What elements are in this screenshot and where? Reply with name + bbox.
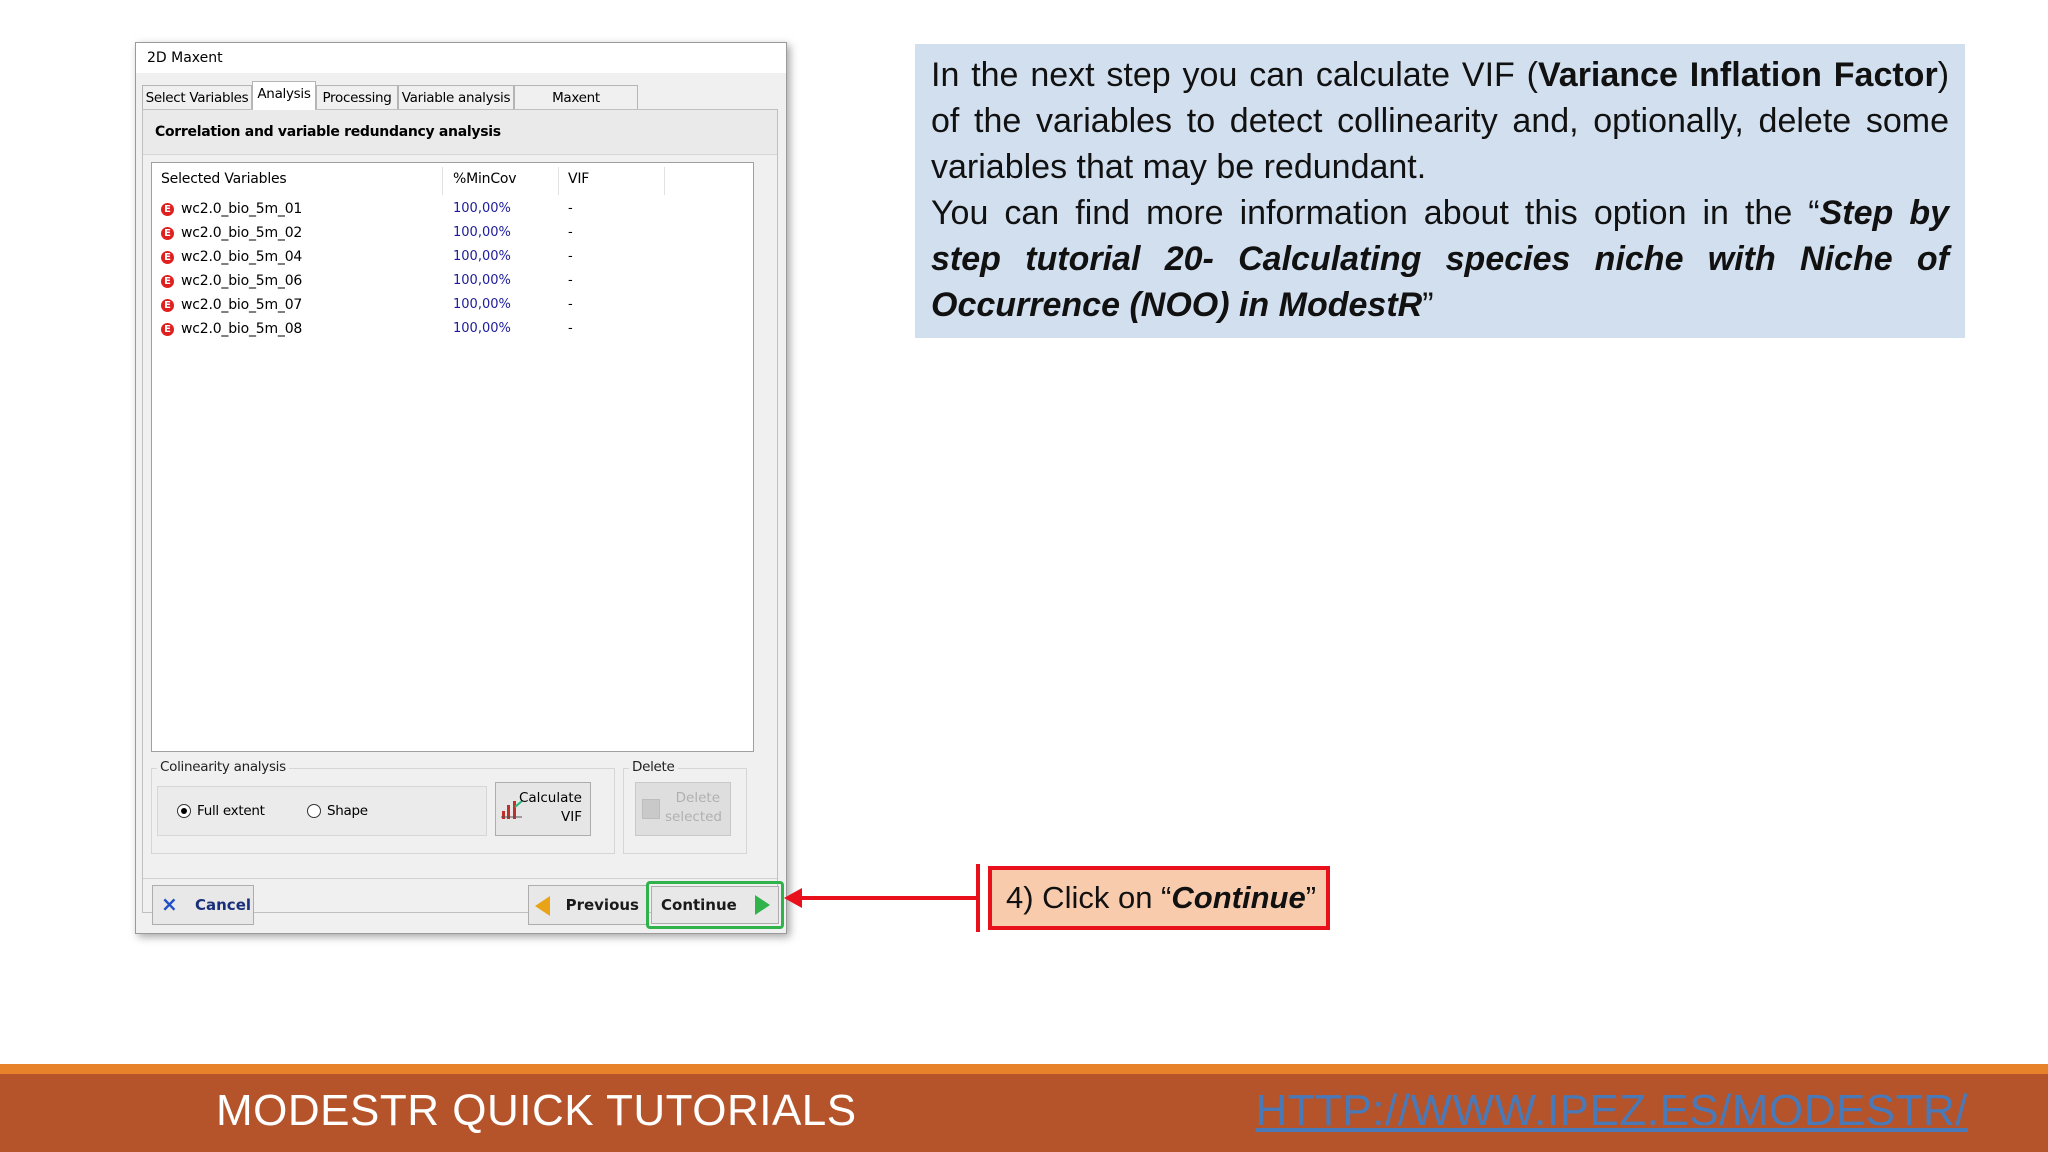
full-extent-label[interactable]: Full extent — [197, 803, 265, 819]
variable-mincov: 100,00% — [453, 249, 511, 264]
close-icon: × — [161, 892, 178, 916]
colinearity-label: Colinearity analysis — [157, 759, 289, 775]
variable-name: wc2.0_bio_5m_08 — [181, 321, 303, 337]
cancel-button[interactable]: × Cancel — [152, 885, 254, 925]
info-text: In the next step you can calculate VIF ( — [931, 56, 1538, 94]
tab-processing[interactable]: Processing — [316, 85, 398, 109]
list-item[interactable]: E wc2.0_bio_5m_01 100,00% - — [152, 199, 753, 223]
footer-bar: MODESTR QUICK TUTORIALS HTTP://WWW.IPEZ.… — [0, 1074, 2048, 1152]
continue-label: Continue — [661, 896, 737, 914]
footer-title: MODESTR QUICK TUTORIALS — [216, 1086, 857, 1135]
variable-type-icon: E — [161, 227, 174, 240]
callout-suffix: ” — [1305, 880, 1317, 915]
panel-header: Correlation and variable redundancy anal… — [143, 110, 777, 155]
variable-type-icon: E — [161, 323, 174, 336]
previous-label: Previous — [565, 896, 639, 914]
column-selected-variables[interactable]: Selected Variables — [161, 171, 287, 187]
info-bold: Variance Inflation Factor — [1537, 56, 1938, 94]
shape-radio[interactable] — [307, 804, 321, 818]
shape-label[interactable]: Shape — [327, 803, 368, 819]
variable-type-icon: E — [161, 203, 174, 216]
list-item[interactable]: E wc2.0_bio_5m_07 100,00% - — [152, 295, 753, 319]
footer-link[interactable]: HTTP://WWW.IPEZ.ES/MODESTR/ — [1255, 1086, 1968, 1136]
pointer-arrow — [784, 864, 980, 932]
delete-label: Delete — [629, 759, 678, 775]
window-title: 2D Maxent — [136, 43, 786, 73]
info-paragraph-2: You can find more information about this… — [931, 190, 1949, 328]
variable-vif: - — [568, 225, 573, 240]
column-mincov[interactable]: %MinCov — [453, 171, 517, 187]
list-item[interactable]: E wc2.0_bio_5m_02 100,00% - — [152, 223, 753, 247]
info-text: You can find more information about this… — [931, 194, 1820, 232]
cancel-label: Cancel — [195, 896, 252, 914]
delete-line1: Delete — [675, 790, 720, 806]
variable-name: wc2.0_bio_5m_07 — [181, 297, 303, 313]
footer-accent-line — [0, 1064, 2048, 1074]
variables-list[interactable]: Selected Variables %MinCov VIF E wc2.0_b… — [151, 162, 754, 752]
tab-select-variables[interactable]: Select Variables — [142, 85, 252, 109]
variable-type-icon: E — [161, 275, 174, 288]
variable-name: wc2.0_bio_5m_04 — [181, 249, 303, 265]
variable-mincov: 100,00% — [453, 273, 511, 288]
analysis-panel: Correlation and variable redundancy anal… — [142, 109, 778, 913]
delete-line2: selected — [665, 809, 722, 825]
callout-prefix: 4) Click on “ — [1006, 880, 1172, 915]
info-box: In the next step you can calculate VIF (… — [915, 44, 1965, 338]
info-text: ” — [1422, 286, 1434, 324]
variable-vif: - — [568, 249, 573, 264]
full-extent-radio[interactable] — [177, 804, 191, 818]
calculate-line2: VIF — [561, 809, 582, 825]
footer-divider — [143, 878, 777, 879]
variable-vif: - — [568, 273, 573, 288]
column-divider — [664, 167, 665, 195]
variable-name: wc2.0_bio_5m_01 — [181, 201, 303, 217]
variable-mincov: 100,00% — [453, 321, 511, 336]
callout-bold: Continue — [1171, 880, 1306, 915]
list-item[interactable]: E wc2.0_bio_5m_04 100,00% - — [152, 247, 753, 271]
list-item[interactable]: E wc2.0_bio_5m_06 100,00% - — [152, 271, 753, 295]
column-vif[interactable]: VIF — [568, 171, 589, 187]
variable-mincov: 100,00% — [453, 201, 511, 216]
arrow-left-icon — [535, 896, 550, 916]
variable-vif: - — [568, 201, 573, 216]
tab-variable-analysis[interactable]: Variable analysis — [398, 85, 514, 109]
tab-maxent-parameters[interactable]: Maxent parameters — [514, 85, 638, 130]
calculate-line1: Calculate — [518, 790, 582, 806]
tab-analysis[interactable]: Analysis — [252, 81, 316, 110]
variable-mincov: 100,00% — [453, 225, 511, 240]
continue-button[interactable]: Continue — [651, 886, 779, 924]
variable-type-icon: E — [161, 299, 174, 312]
calculate-vif-button[interactable]: Calculate VIF — [495, 782, 591, 836]
column-divider — [442, 167, 443, 195]
delete-selected-button[interactable]: Delete selected — [635, 782, 731, 836]
variable-type-icon: E — [161, 251, 174, 264]
column-divider — [558, 167, 559, 195]
delete-icon — [642, 799, 660, 819]
variable-vif: - — [568, 321, 573, 336]
variable-name: wc2.0_bio_5m_06 — [181, 273, 303, 289]
variable-vif: - — [568, 297, 573, 312]
info-paragraph-1: In the next step you can calculate VIF (… — [931, 52, 1949, 190]
arrow-right-icon — [755, 895, 770, 915]
previous-button[interactable]: Previous — [528, 885, 648, 925]
variable-name: wc2.0_bio_5m_02 — [181, 225, 303, 241]
list-item[interactable]: E wc2.0_bio_5m_08 100,00% - — [152, 319, 753, 343]
instruction-callout: 4) Click on “Continue” — [988, 866, 1330, 930]
variable-mincov: 100,00% — [453, 297, 511, 312]
maxent-dialog: 2D Maxent Select Variables Analysis Proc… — [135, 42, 787, 934]
